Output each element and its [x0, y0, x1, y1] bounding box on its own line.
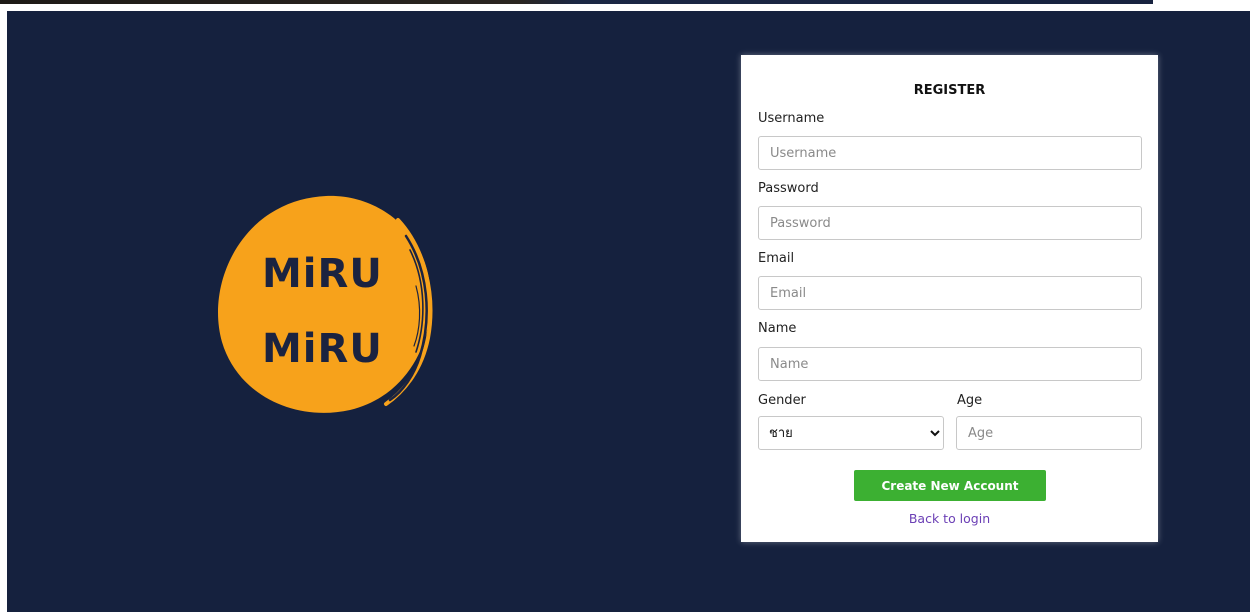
name-input[interactable]: [758, 347, 1142, 381]
password-input[interactable]: [758, 206, 1142, 240]
gender-select[interactable]: ชาย: [758, 416, 944, 450]
username-label: Username: [758, 111, 825, 126]
miru-logo-icon: MiRU MiRU: [218, 195, 433, 413]
gender-label: Gender: [758, 393, 806, 408]
age-input[interactable]: [956, 416, 1142, 450]
password-label: Password: [758, 181, 819, 196]
logo: MiRU MiRU: [210, 190, 442, 422]
username-input[interactable]: [758, 136, 1142, 170]
email-input[interactable]: [758, 276, 1142, 310]
logo-line-2: MiRU: [262, 326, 383, 372]
age-label: Age: [957, 393, 983, 408]
back-to-login-link[interactable]: Back to login: [741, 511, 1158, 526]
create-account-button[interactable]: Create New Account: [854, 470, 1046, 501]
form-title: REGISTER: [913, 83, 986, 98]
email-label: Email: [758, 251, 795, 266]
logo-line-1: MiRU: [262, 251, 383, 297]
name-label: Name: [758, 321, 797, 336]
top-strip: [0, 0, 1153, 4]
register-card: REGISTER Username Password Email Name Ge…: [741, 55, 1158, 542]
